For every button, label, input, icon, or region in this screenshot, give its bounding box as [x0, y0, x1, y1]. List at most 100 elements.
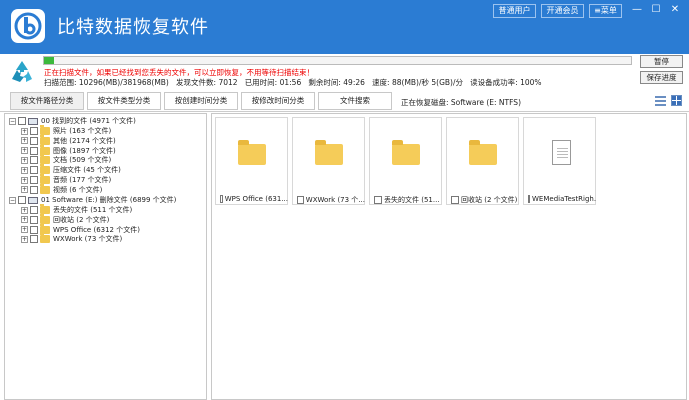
folder-icon: [40, 183, 50, 194]
view-tabs: 按文件路径分类 按文件类型分类 按创建时间分类 按修改时间分类 文件搜索 正在恢…: [0, 90, 689, 112]
folder-icon: [40, 164, 50, 175]
tree-item-label: 丢失的文件 (511 个文件): [53, 206, 133, 214]
folder-tile[interactable]: 丢失的文件 (51...: [369, 117, 442, 205]
tree-item-label: WXWork (73 个文件): [53, 235, 123, 244]
tile-label: WXWork (73 个...: [305, 196, 365, 204]
tree-item[interactable]: + 压缩文件 (45 个文件): [21, 164, 121, 175]
folder-tile[interactable]: WXWork (73 个...: [292, 117, 365, 205]
remaining-time: 剩余时间: 49:26: [308, 78, 365, 87]
tree-group-software[interactable]: − 01 Software (E:) 删除文件 (6899 个文件): [9, 195, 176, 205]
folder-tile[interactable]: WPS Office (631...: [215, 117, 288, 205]
tile-checkbox[interactable]: [528, 195, 530, 203]
file-grid: WPS Office (631... WXWork (73 个... 丢失的文件 (…: [211, 113, 687, 400]
tree-item[interactable]: + 图像 (1897 个文件): [21, 144, 116, 156]
tree-checkbox[interactable]: [30, 185, 38, 194]
elapsed-time: 已用时间: 01:56: [244, 78, 302, 87]
tile-caption: WEMediaTestRigh...: [528, 195, 596, 203]
menu-icon: ≡: [594, 6, 601, 15]
tree-checkbox[interactable]: [18, 117, 26, 125]
files-found: 发现文件数: 7012: [176, 78, 238, 87]
folder-tile[interactable]: 回收站 (2 个文件): [446, 117, 519, 205]
tree-checkbox[interactable]: [18, 196, 26, 204]
tile-label: 丢失的文件 (51...: [384, 196, 440, 204]
menu-button[interactable]: ≡菜单: [589, 4, 622, 18]
expand-icon[interactable]: +: [21, 216, 28, 224]
expand-icon[interactable]: +: [21, 226, 28, 234]
open-vip-button[interactable]: 开通会员: [541, 4, 584, 18]
tile-checkbox[interactable]: [297, 196, 304, 204]
folder-icon: [40, 144, 50, 155]
tile-checkbox[interactable]: [374, 196, 382, 204]
folder-icon: [40, 213, 50, 224]
tab-by-path[interactable]: 按文件路径分类: [10, 92, 84, 110]
save-progress-button[interactable]: 保存进度: [640, 71, 683, 84]
pause-button[interactable]: 暂停: [640, 55, 683, 68]
collapse-icon[interactable]: −: [9, 196, 16, 204]
tile-checkbox[interactable]: [220, 195, 223, 203]
list-view-icon[interactable]: [655, 95, 666, 106]
tile-label: WPS Office (631...: [224, 195, 288, 203]
vip-user-button[interactable]: 普通用户: [493, 4, 536, 18]
tree-checkbox[interactable]: [30, 146, 38, 155]
tree-item[interactable]: + 照片 (163 个文件): [21, 125, 112, 136]
tree-item[interactable]: + WXWork (73 个文件): [21, 233, 123, 244]
tile-label: 回收站 (2 个文件): [461, 196, 518, 204]
folder-icon: [40, 204, 50, 214]
tree-item[interactable]: + 回收站 (2 个文件): [21, 213, 109, 225]
folder-icon: [40, 154, 50, 165]
tree-item-label: 文档 (509 个文件): [53, 156, 112, 165]
expand-icon[interactable]: +: [21, 127, 28, 135]
tree-checkbox[interactable]: [30, 127, 38, 135]
tree-checkbox[interactable]: [30, 225, 38, 234]
tree-checkbox[interactable]: [30, 206, 38, 214]
tree-group-found[interactable]: − 00 找到的文件 (4971 个文件): [9, 116, 136, 126]
tree-item[interactable]: + 视频 (6 个文件): [21, 183, 102, 195]
grid-view-icon[interactable]: [671, 95, 682, 106]
tree-item-label: 照片 (163 个文件): [53, 127, 112, 135]
tab-search[interactable]: 文件搜索: [318, 92, 392, 110]
tab-by-created[interactable]: 按创建时间分类: [164, 92, 238, 110]
tree-checkbox[interactable]: [30, 235, 38, 244]
tree-checkbox[interactable]: [30, 156, 38, 165]
tree-item[interactable]: + WPS Office (6312 个文件): [21, 223, 140, 235]
tile-label: WEMediaTestRigh...: [532, 195, 596, 203]
tree-item[interactable]: + 其他 (2174 个文件): [21, 134, 116, 146]
expand-icon[interactable]: +: [21, 176, 28, 184]
tree-item-label: 图像 (1897 个文件): [53, 146, 116, 155]
disk-status: 正在恢复磁盘: Software (E: NTFS): [401, 98, 521, 107]
tree-label: 00 找到的文件 (4971 个文件): [41, 117, 136, 125]
tile-caption: 丢失的文件 (51...: [374, 195, 442, 205]
tree-item-label: 其他 (2174 个文件): [53, 136, 116, 145]
close-button[interactable]: ✕: [664, 2, 686, 18]
expand-icon[interactable]: +: [21, 137, 28, 145]
bit-logo-icon: [11, 9, 45, 43]
folder-tree: − 00 找到的文件 (4971 个文件) + 照片 (163 个文件) + 其他 (…: [4, 113, 207, 400]
tab-by-modified[interactable]: 按修改时间分类: [241, 92, 315, 110]
tree-checkbox[interactable]: [30, 176, 38, 184]
tree-item[interactable]: + 丢失的文件 (511 个文件): [21, 204, 133, 215]
tile-caption: 回收站 (2 个文件): [451, 195, 519, 205]
folder-icon: [40, 134, 50, 145]
expand-icon[interactable]: +: [21, 166, 28, 174]
expand-icon[interactable]: +: [21, 147, 28, 155]
tree-checkbox[interactable]: [30, 166, 38, 175]
expand-icon[interactable]: +: [21, 186, 28, 194]
folder-icon: [40, 233, 50, 244]
tile-checkbox[interactable]: [451, 196, 459, 204]
tree-checkbox[interactable]: [30, 136, 38, 145]
file-tile[interactable]: WEMediaTestRigh...: [523, 117, 596, 205]
drive-icon: [28, 117, 38, 125]
scan-progress-bar: [43, 56, 632, 65]
tree-item[interactable]: + 文档 (509 个文件): [21, 154, 112, 165]
expand-icon[interactable]: +: [21, 206, 28, 214]
tree-item[interactable]: + 音频 (177 个文件): [21, 174, 111, 185]
folder-icon: [315, 140, 343, 165]
folder-icon: [40, 174, 50, 184]
tree-checkbox[interactable]: [30, 215, 38, 224]
tab-by-type[interactable]: 按文件类型分类: [87, 92, 161, 110]
expand-icon[interactable]: +: [21, 156, 28, 164]
collapse-icon[interactable]: −: [9, 117, 16, 125]
scan-progress-fill: [44, 57, 54, 64]
expand-icon[interactable]: +: [21, 235, 28, 243]
menu-label: 菜单: [600, 6, 617, 15]
